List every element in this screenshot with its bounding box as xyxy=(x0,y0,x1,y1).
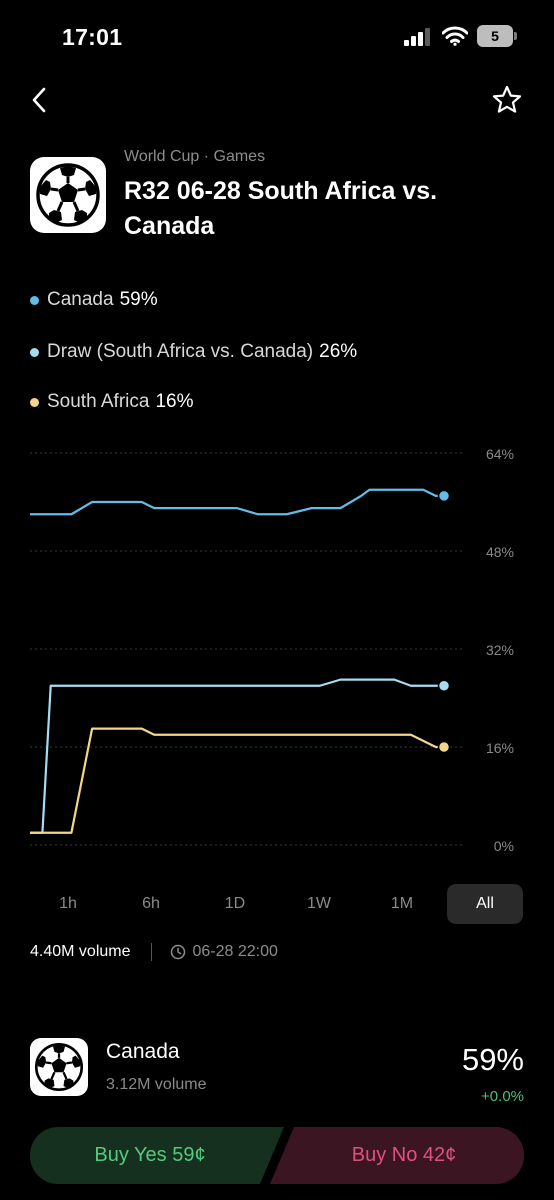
range-tab-all[interactable]: All xyxy=(447,884,523,924)
y-tick-label: 48% xyxy=(486,544,514,560)
back-button[interactable] xyxy=(22,82,56,118)
price-chart-svg: 64% 48% 32% 16% 0% xyxy=(30,446,514,854)
market-meta: 4.40M volume 06-28 22:00 xyxy=(30,940,278,964)
legend-label: Canada xyxy=(47,289,114,310)
breadcrumb[interactable]: World Cup · Games xyxy=(124,148,265,166)
buy-no-label: Buy No 42¢ xyxy=(351,1144,457,1166)
legend-label: South Africa xyxy=(47,391,150,412)
outcome-change: +0.0% xyxy=(481,1088,524,1105)
y-tick-label: 32% xyxy=(486,642,514,658)
signal-icon xyxy=(404,28,430,46)
legend-percent: 26% xyxy=(319,341,358,362)
buy-yes-label: Buy Yes 59¢ xyxy=(94,1144,206,1166)
status-time: 17:01 xyxy=(62,24,123,50)
end-date: 06-28 22:00 xyxy=(192,943,278,960)
buy-no-button[interactable]: Buy No 42¢ xyxy=(270,1127,524,1184)
legend-percent: 16% xyxy=(155,391,194,412)
series-endpoint xyxy=(437,740,451,754)
soccer-ball-icon xyxy=(36,163,100,227)
y-tick-label: 64% xyxy=(486,446,514,462)
chevron-left-icon xyxy=(32,87,46,113)
total-volume: 4.40M volume xyxy=(30,943,131,960)
battery-level: 5 xyxy=(491,28,499,44)
clock-icon xyxy=(170,944,185,960)
outcome-logo xyxy=(30,1038,88,1096)
outcome-probability: 59% xyxy=(461,1042,524,1077)
page-title: R32 06-28 South Africa vs. Canada xyxy=(124,177,438,240)
wifi-icon xyxy=(442,26,468,46)
range-tab-1m[interactable]: 1M xyxy=(364,884,440,924)
buy-yes-button[interactable]: Buy Yes 59¢ xyxy=(30,1127,284,1184)
range-tab-1h[interactable]: 1h xyxy=(30,884,106,924)
legend-dot-canada xyxy=(30,295,39,305)
legend-percent: 59% xyxy=(119,289,158,310)
status-bar: 17:01 5 xyxy=(0,0,554,70)
favorite-button[interactable] xyxy=(488,82,526,118)
battery-icon: 5 xyxy=(477,25,517,47)
price-chart[interactable]: 64% 48% 32% 16% 0% xyxy=(0,440,554,880)
series-endpoint xyxy=(437,489,451,503)
series-endpoint xyxy=(437,679,451,692)
series-line-draw xyxy=(30,678,444,834)
legend-item-south-africa: South Africa 16% xyxy=(30,387,193,417)
series-line-canada xyxy=(30,488,444,516)
series-line-south-africa xyxy=(30,727,444,834)
range-tab-1w[interactable]: 1W xyxy=(281,884,357,924)
outcome-volume: 3.12M volume xyxy=(106,1076,207,1093)
time-range-tabs: 1h 6h 1D 1W 1M All xyxy=(26,884,528,924)
legend-dot-draw xyxy=(30,347,39,357)
star-outline-icon xyxy=(492,85,522,113)
legend-item-draw: Draw (South Africa vs. Canada) 26% xyxy=(30,337,357,367)
legend-dot-south-africa xyxy=(30,397,39,407)
legend-label: Draw (South Africa vs. Canada) xyxy=(47,341,314,362)
outcome-name: Canada xyxy=(106,1040,180,1063)
y-tick-label: 0% xyxy=(494,838,514,854)
soccer-ball-icon xyxy=(34,1042,84,1092)
divider xyxy=(150,943,152,961)
range-tab-1d[interactable]: 1D xyxy=(197,884,273,924)
range-tab-6h[interactable]: 6h xyxy=(113,884,189,924)
y-tick-label: 16% xyxy=(486,740,514,756)
event-logo xyxy=(30,157,106,233)
legend-item-canada: Canada 59% xyxy=(30,285,158,315)
